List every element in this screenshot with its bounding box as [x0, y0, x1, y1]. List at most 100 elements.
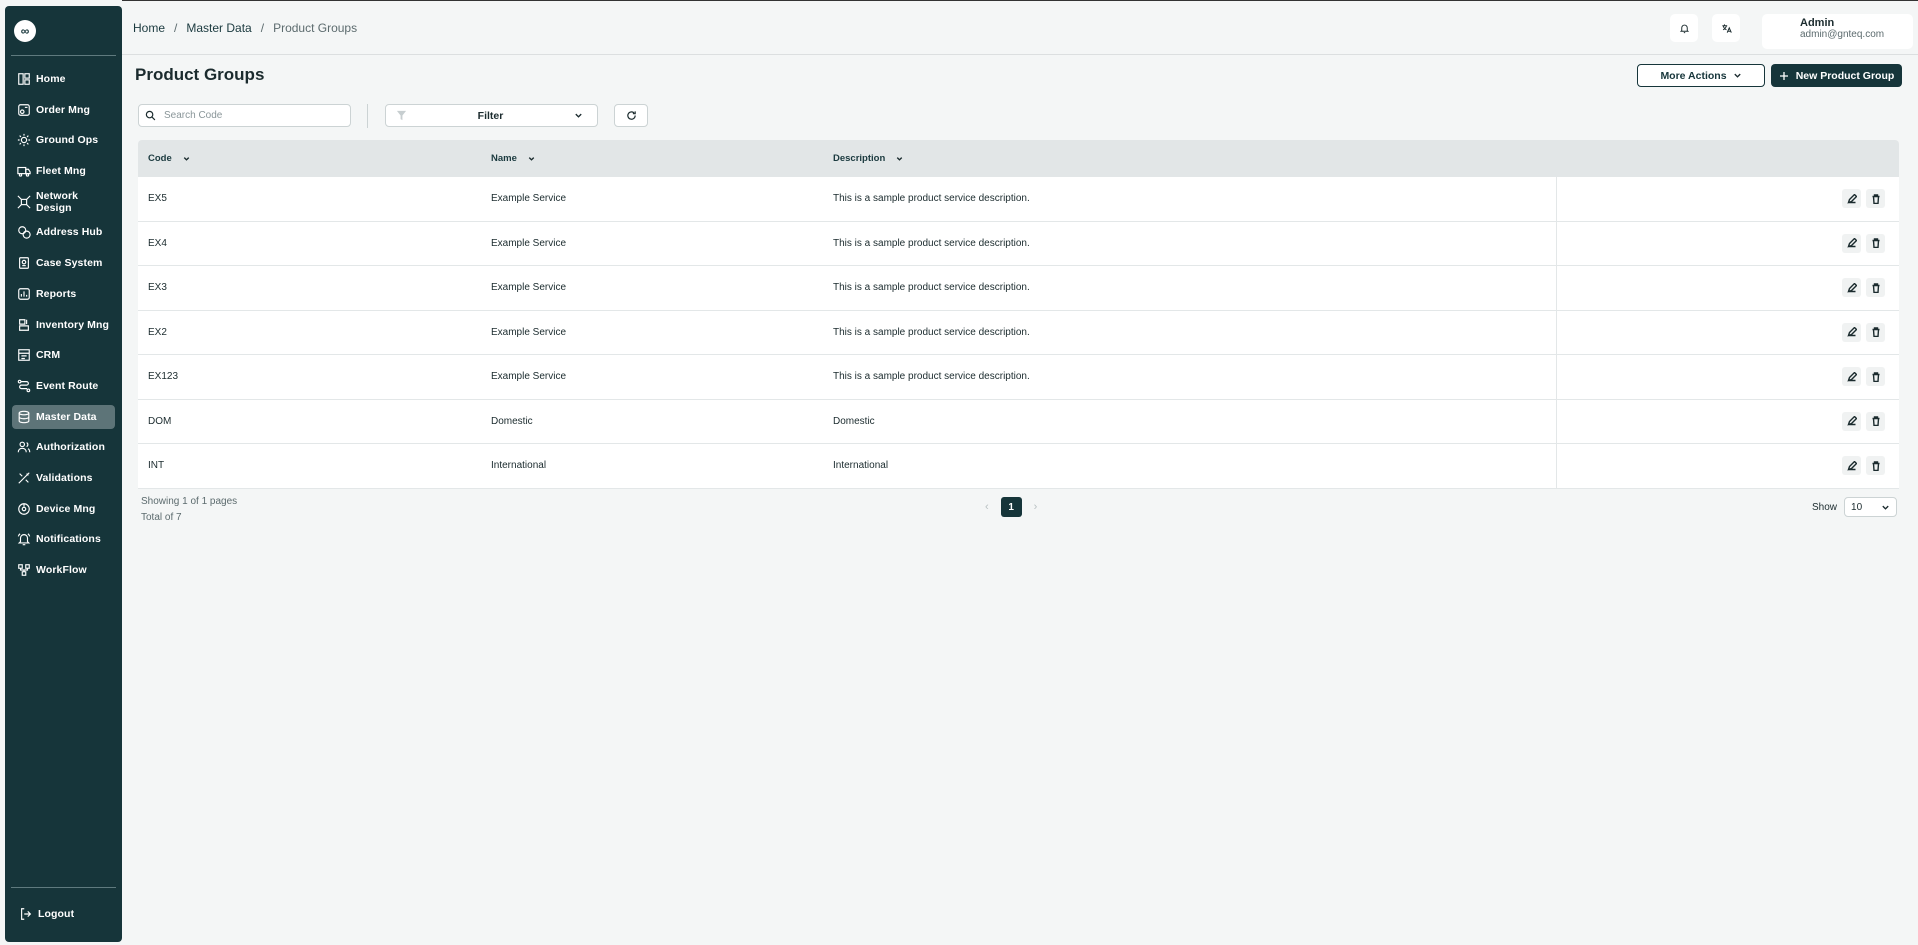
- delete-button[interactable]: [1866, 233, 1885, 253]
- column-header-description[interactable]: Description: [833, 153, 904, 164]
- cell-code: EX5: [148, 193, 167, 205]
- network-icon: [17, 195, 31, 209]
- sidebar-item-workflow[interactable]: WorkFlow: [12, 558, 115, 582]
- sidebar-item-inventory-mng[interactable]: Inventory Mng: [12, 313, 115, 337]
- address-icon: [17, 225, 31, 240]
- delete-button[interactable]: [1866, 367, 1885, 386]
- cell-description: International: [833, 460, 889, 472]
- sidebar-item-label: Reports: [36, 287, 77, 300]
- delete-button[interactable]: [1866, 322, 1885, 342]
- sidebar-item-label: CRM: [36, 349, 61, 362]
- sidebar-item-event-route[interactable]: Event Route: [12, 374, 115, 398]
- sidebar-item-ground-ops[interactable]: Ground Ops: [12, 128, 115, 152]
- logout-label: Logout: [38, 908, 75, 920]
- notifications-button[interactable]: [1670, 14, 1698, 42]
- column-header-code[interactable]: Code: [148, 153, 191, 164]
- sort-icon: [897, 157, 903, 161]
- sidebar-item-case-system[interactable]: Case System: [12, 251, 115, 275]
- table-row[interactable]: DOM Domestic Domestic: [138, 399, 1899, 444]
- cell-description: This is a sample product service descrip…: [833, 326, 1030, 338]
- sidebar-item-label: Master Data: [36, 410, 97, 423]
- sidebar-item-master-data[interactable]: Master Data: [12, 404, 115, 429]
- translate-icon: [1721, 23, 1732, 33]
- user-menu[interactable]: Admin admin@gnteq.com: [1762, 14, 1913, 49]
- column-header-label: Code: [148, 153, 172, 164]
- column-divider: [1556, 221, 1557, 265]
- breadcrumb-home[interactable]: Home: [133, 21, 165, 35]
- trash-icon: [1872, 282, 1879, 293]
- edit-button[interactable]: [1842, 278, 1861, 297]
- sort-icon: [528, 157, 535, 161]
- pencil-icon: [1846, 460, 1857, 471]
- route-icon: [17, 379, 31, 393]
- page-size-select[interactable]: 10: [1844, 497, 1898, 517]
- sidebar-item-notifications[interactable]: Notifications: [12, 527, 115, 551]
- table-row[interactable]: EX123 Example Service This is a sample pro…: [138, 355, 1899, 400]
- cell-name: Example Service: [491, 237, 567, 249]
- delete-button[interactable]: [1866, 189, 1885, 208]
- column-divider: [1556, 266, 1557, 310]
- table-header: Code Name Description: [138, 140, 1899, 177]
- sidebar-item-label: Home: [36, 73, 66, 85]
- prev-page-button[interactable]: ‹: [985, 501, 989, 513]
- column-header-label: Name: [491, 153, 517, 164]
- sidebar-item-fleet-mng[interactable]: Fleet Mng: [12, 159, 115, 183]
- trash-icon: [1872, 371, 1879, 382]
- breadcrumb-master-data[interactable]: Master Data: [186, 21, 251, 35]
- sidebar-item-order-mng[interactable]: Order Mng: [12, 98, 115, 122]
- sidebar-item-device-mng[interactable]: Device Mng: [12, 497, 115, 521]
- delete-button[interactable]: [1866, 456, 1885, 475]
- plus-icon: [1779, 71, 1788, 80]
- refresh-button[interactable]: [614, 104, 648, 127]
- edit-button[interactable]: [1842, 189, 1861, 208]
- sidebar-item-address-hub[interactable]: Address Hub: [12, 220, 115, 244]
- next-page-button[interactable]: ›: [1034, 501, 1038, 513]
- app-logo[interactable]: ∞: [14, 19, 36, 42]
- cell-name: International: [491, 460, 547, 472]
- search-box: [138, 104, 351, 127]
- cell-code: EX123: [148, 371, 179, 383]
- more-actions-button[interactable]: More Actions: [1637, 64, 1765, 87]
- chevron-down-icon: [575, 113, 582, 118]
- edit-button[interactable]: [1842, 233, 1861, 253]
- edit-button[interactable]: [1842, 367, 1861, 386]
- users-icon: [17, 440, 31, 454]
- search-icon: [145, 110, 156, 121]
- edit-button[interactable]: [1842, 411, 1861, 431]
- new-product-group-button[interactable]: New Product Group: [1771, 64, 1902, 87]
- page-button-current[interactable]: 1: [1000, 497, 1022, 517]
- table-row[interactable]: INT International International: [138, 444, 1899, 489]
- sidebar-item-label: Validations: [36, 471, 93, 484]
- sidebar-item-crm[interactable]: CRM: [12, 343, 115, 367]
- trash-icon: [1872, 460, 1879, 471]
- sidebar-item-label: Event Route: [36, 379, 99, 392]
- pagination-info: Showing 1 of 1 pages Total of 7: [141, 494, 237, 526]
- trash-icon: [1872, 327, 1879, 337]
- delete-button[interactable]: [1866, 411, 1885, 431]
- logout-button[interactable]: Logout: [11, 902, 116, 926]
- search-input[interactable]: [164, 110, 334, 121]
- delete-button[interactable]: [1866, 278, 1885, 297]
- cell-code: EX2: [148, 326, 167, 338]
- sidebar-item-validations[interactable]: Validations: [12, 466, 115, 490]
- edit-button[interactable]: [1842, 322, 1861, 342]
- sidebar-item-network-design[interactable]: Network Design: [12, 190, 115, 214]
- breadcrumb-separator: /: [260, 21, 265, 35]
- page-size-label: Show: [1812, 501, 1838, 513]
- table-row[interactable]: EX5 Example Service This is a sample produ…: [138, 177, 1899, 222]
- language-button[interactable]: [1712, 14, 1740, 42]
- table-row[interactable]: EX3 Example Service This is a sample produ…: [138, 266, 1899, 311]
- cell-description: This is a sample product service descrip…: [833, 282, 1030, 294]
- sidebar-item-reports[interactable]: Reports: [12, 282, 115, 306]
- sidebar-item-authorization[interactable]: Authorization: [12, 435, 115, 459]
- table-row[interactable]: EX2 Example Service This is a sample produ…: [138, 310, 1899, 355]
- cell-description: Domestic: [833, 415, 875, 427]
- sidebar-item-label: Device Mng: [36, 502, 96, 515]
- sidebar-item-home[interactable]: Home: [12, 67, 115, 91]
- edit-button[interactable]: [1842, 456, 1861, 475]
- pencil-icon: [1846, 193, 1857, 204]
- column-header-name[interactable]: Name: [491, 153, 536, 164]
- filter-dropdown[interactable]: Filter: [385, 104, 598, 127]
- table-row[interactable]: EX4 Example Service This is a sample produ…: [138, 221, 1899, 266]
- device-icon: [17, 502, 31, 516]
